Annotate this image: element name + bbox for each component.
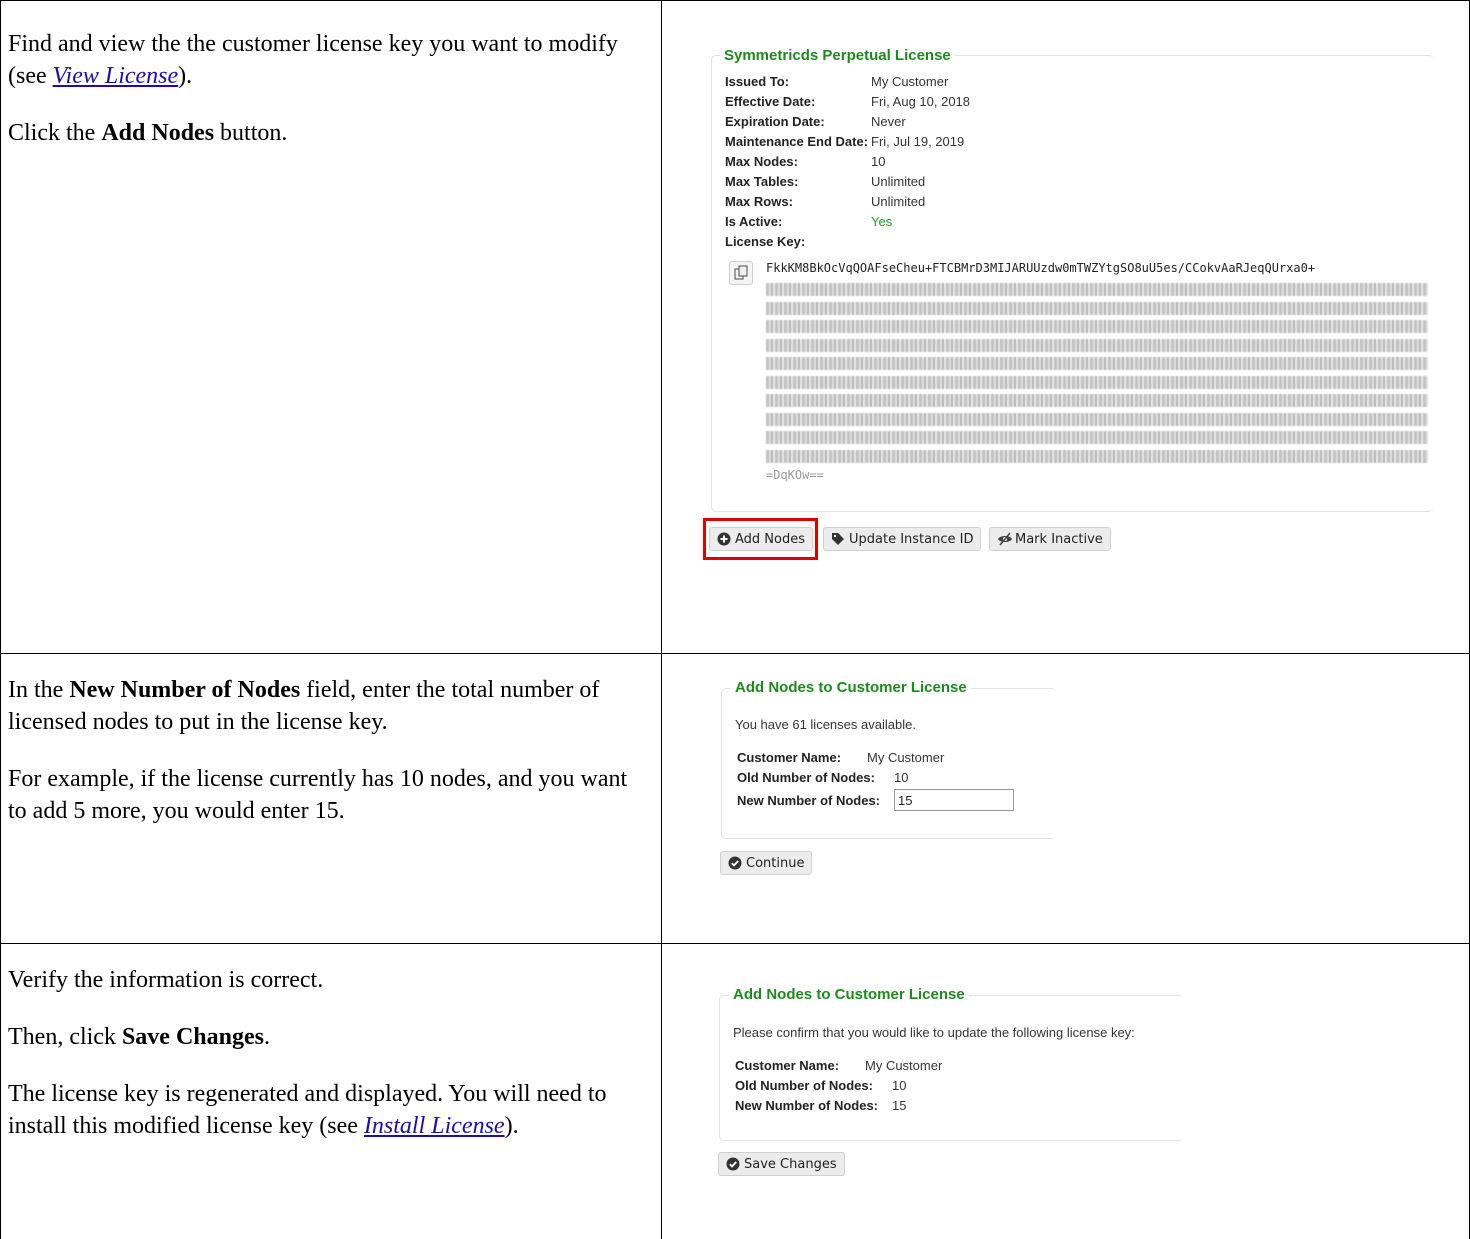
confirm-customer-name-row: Customer Name: My Customer <box>735 1058 943 1073</box>
new-nodes-label-row: New Number of Nodes: <box>737 793 881 808</box>
license-field-max-tables: Max Tables: Unlimited <box>725 174 926 189</box>
obscured-key-line <box>766 320 1428 333</box>
old-nodes-row: Old Number of Nodes: 10 <box>737 770 909 785</box>
license-field-max-nodes: Max Nodes: 10 <box>725 154 886 169</box>
licenses-available-message: You have 61 licenses available. <box>735 717 916 732</box>
mark-inactive-button[interactable]: Mark Inactive <box>989 527 1111 551</box>
confirm-message: Please confirm that you would like to up… <box>733 1025 1135 1040</box>
view-license-link[interactable]: View License <box>53 63 179 89</box>
add-nodes-title: Add Nodes to Customer License <box>731 679 971 696</box>
license-title: Symmetricds Perpetual License <box>720 47 955 64</box>
continue-button[interactable]: Continue <box>720 851 813 875</box>
license-field-issued-to: Issued To: My Customer <box>725 74 949 89</box>
row-divider-1 <box>0 653 1470 654</box>
check-circle-icon <box>726 1157 740 1171</box>
license-field-is-active: Is Active: Yes <box>725 212 892 232</box>
obscured-key-line <box>766 357 1428 370</box>
step-2-paragraph-2: For example, if the license currently ha… <box>8 766 628 824</box>
check-circle-icon <box>728 856 742 870</box>
save-changes-button[interactable]: Save Changes <box>718 1152 845 1176</box>
step-1-text: Find and view the the customer license k… <box>8 28 648 174</box>
step-1-paragraph-1: Find and view the the customer license k… <box>8 31 618 89</box>
step-1-paragraph-2: Click the Add Nodes button. <box>8 120 288 146</box>
license-key-last-line: =DqKOw== <box>766 468 824 482</box>
obscured-key-line <box>766 449 1428 463</box>
plus-circle-icon <box>717 532 731 546</box>
row-divider-2 <box>0 943 1470 944</box>
license-field-max-rows: Max Rows: Unlimited <box>725 194 926 209</box>
confirm-title: Add Nodes to Customer License <box>729 986 969 1003</box>
obscured-key-line <box>766 301 1428 315</box>
step-3-paragraph-1: Verify the information is correct. <box>8 967 324 993</box>
license-field-effective-date: Effective Date: Fri, Aug 10, 2018 <box>725 94 971 109</box>
customer-name-row: Customer Name: My Customer <box>737 750 945 765</box>
update-instance-id-button[interactable]: Update Instance ID <box>823 527 982 551</box>
table-border-top <box>0 0 1470 1</box>
new-number-of-nodes-input[interactable] <box>894 789 1014 811</box>
step-3-text: Verify the information is correct. Then,… <box>8 964 648 1167</box>
active-status: Yes <box>871 214 893 229</box>
license-key-label: License Key: <box>725 234 806 249</box>
tag-icon <box>831 532 845 546</box>
obscured-key-line <box>766 283 1428 296</box>
eye-slash-icon <box>997 532 1012 546</box>
obscured-key-line <box>766 412 1428 426</box>
license-key-first-line: FkkKM8BkOcVqQOAFseCheu+FTCBMrD3MIJARUUzd… <box>766 261 1316 275</box>
install-license-link[interactable]: Install License <box>364 1113 505 1139</box>
obscured-key-line <box>766 431 1428 444</box>
license-field-expiration-date: Expiration Date: Never <box>725 114 906 129</box>
step-2-paragraph-1: In the New Number of Nodes field, enter … <box>8 677 600 735</box>
table-border-left <box>0 0 1 1239</box>
copy-key-icon[interactable] <box>729 261 753 285</box>
step-2-text: In the New Number of Nodes field, enter … <box>8 674 648 852</box>
step-3-paragraph-2: Then, click Save Changes. <box>8 1024 270 1050</box>
add-nodes-button[interactable]: Add Nodes <box>709 527 814 551</box>
confirm-new-nodes-row: New Number of Nodes: 15 <box>735 1098 907 1113</box>
obscured-key-line <box>766 338 1428 352</box>
confirm-old-nodes-row: Old Number of Nodes: 10 <box>735 1078 907 1093</box>
obscured-key-line <box>766 394 1428 407</box>
obscured-key-line <box>766 375 1428 389</box>
column-divider <box>661 0 662 1239</box>
license-field-maintenance-end-date: Maintenance End Date: Fri, Jul 19, 2019 <box>725 134 965 149</box>
step-3-paragraph-3: The license key is regenerated and displ… <box>8 1081 607 1139</box>
